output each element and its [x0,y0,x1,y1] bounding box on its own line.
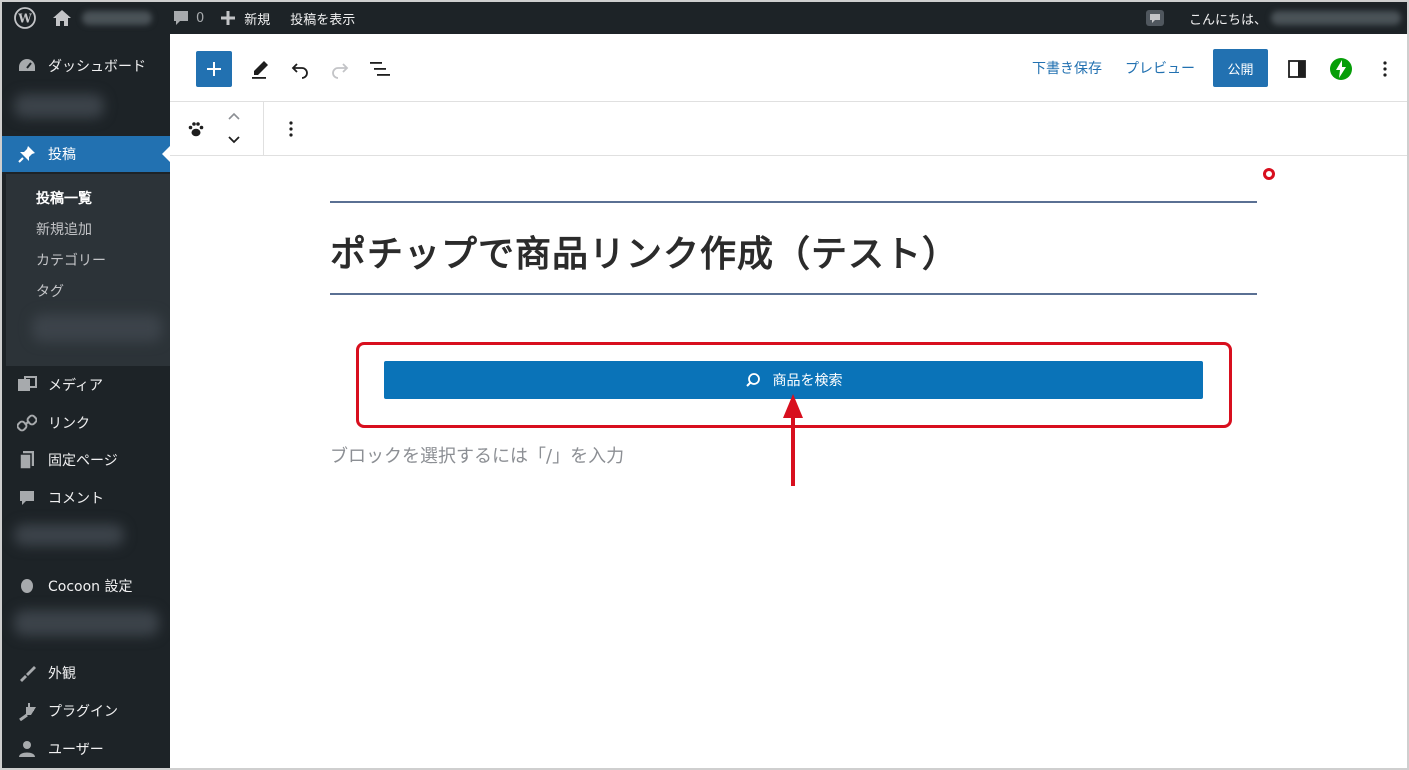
annotation-arrow [783,394,803,486]
view-post-link[interactable]: 投稿を表示 [282,2,363,34]
link-icon [16,413,38,433]
move-up-button[interactable] [219,104,249,128]
more-vertical-icon [1383,61,1387,77]
menu-users[interactable]: ユーザー [2,731,170,767]
dashboard-gauge-icon [16,56,38,76]
post-title[interactable]: ポチップで商品リンク作成（テスト） [330,225,959,277]
admin-bar: W 0 新規 投稿を表示 こんにちは、 [2,2,1407,34]
publish-label: 公開 [1227,62,1254,78]
document-overview-button[interactable] [362,51,398,87]
blurred-menu-item [14,94,104,118]
submenu-all-posts[interactable]: 投稿一覧 [36,188,92,208]
current-menu-arrow [162,146,170,162]
pages-icon [16,450,38,470]
pencil-icon [252,61,268,79]
post-title-block[interactable]: ポチップで商品リンク作成（テスト） [330,201,1257,295]
menu-dashboard[interactable]: ダッシュボード [2,48,170,84]
plugin-icon [16,701,38,721]
block-inserter-button[interactable] [196,51,232,87]
menu-posts-label: 投稿 [48,147,76,163]
move-down-button[interactable] [219,128,249,152]
cocoon-icon [16,576,38,596]
jetpack-bolt-icon [1330,58,1352,80]
site-name-blurred [82,11,152,25]
comments-count: 0 [196,10,205,26]
plus-icon [207,62,221,76]
settings-sidebar-toggle[interactable] [1279,51,1315,87]
menu-plugins-label: プラグイン [48,704,118,720]
blurred-menu-item [14,524,124,546]
chevron-down-icon [228,136,240,144]
paintbrush-icon [16,663,38,683]
media-icon [16,375,38,395]
menu-comments[interactable]: コメント [2,480,170,516]
comment-bubble-icon [174,11,188,25]
paw-icon [188,122,204,137]
block-options-button[interactable] [273,111,309,147]
menu-appearance[interactable]: 外観 [2,655,170,691]
block-toolbar [170,102,1407,156]
editor-canvas: ポチップで商品リンク作成（テスト） 商品を検索 ブロックを選択するには「/」を入… [170,156,1407,768]
menu-comments-label: コメント [48,491,104,507]
save-draft-button[interactable]: 下書き保存 [1032,58,1102,78]
more-vertical-icon [289,121,293,137]
list-view-icon [370,62,390,76]
new-content-link[interactable]: 新規 [212,2,278,34]
preview-button[interactable]: プレビュー [1125,58,1195,78]
block-appender-placeholder[interactable]: ブロックを選択するには「/」を入力 [330,442,624,468]
blurred-submenu-item [32,314,162,342]
menu-links-label: リンク [48,416,90,432]
menu-plugins[interactable]: プラグイン [2,693,170,729]
submenu-add-new[interactable]: 新規追加 [36,219,92,239]
sidebar-panel-icon [1288,60,1306,78]
screenshot-frame: W 0 新規 投稿を表示 こんにちは、 ダッシュボード 投稿 投稿一覧 新規追加… [0,0,1409,770]
toolbar-divider [263,102,264,156]
pushpin-icon [16,144,38,164]
menu-links[interactable]: リンク [2,405,170,441]
admin-sidebar: ダッシュボード 投稿 投稿一覧 新規追加 カテゴリー タグ メディア リンク 固… [2,34,184,768]
jetpack-button[interactable] [1323,51,1359,87]
comment-icon [16,488,38,508]
menu-users-label: ユーザー [48,742,104,758]
menu-pages-label: 固定ページ [48,453,118,469]
menu-cocoon-settings[interactable]: Cocoon 設定 [2,568,170,604]
menu-posts[interactable]: 投稿 [2,136,170,172]
menu-media-label: メディア [48,378,104,394]
redo-button[interactable] [322,51,358,87]
my-account-link[interactable]: こんにちは、 [1173,2,1407,34]
undo-icon [291,63,308,79]
user-icon [16,739,38,759]
menu-appearance-label: 外観 [48,666,76,682]
menu-dashboard-label: ダッシュボード [48,59,146,75]
annotation-dot [1263,168,1275,180]
view-post-label: 投稿を表示 [290,12,356,28]
plus-icon [221,11,236,25]
editor-header: 下書き保存 プレビュー 公開 [170,34,1407,102]
submenu-tags[interactable]: タグ [36,281,64,301]
chevron-up-icon [228,112,240,120]
publish-button[interactable]: 公開 [1213,49,1268,87]
notification-icon[interactable] [1137,2,1173,34]
greeting-text: こんにちは、 [1188,12,1267,28]
new-label: 新規 [244,12,271,28]
undo-button[interactable] [282,51,318,87]
redo-icon [332,63,349,79]
comments-link[interactable]: 0 [164,2,212,34]
posts-submenu: 投稿一覧 新規追加 カテゴリー タグ [6,174,184,366]
site-home-icon[interactable] [44,2,160,34]
blurred-menu-item [14,610,159,636]
menu-media[interactable]: メディア [2,367,170,403]
wordpress-logo-icon[interactable]: W [2,2,44,34]
block-type-button[interactable] [178,111,214,147]
submenu-categories[interactable]: カテゴリー [36,250,106,270]
menu-pages[interactable]: 固定ページ [2,442,170,478]
menu-cocoon-label: Cocoon 設定 [48,579,133,595]
username-blurred [1271,11,1401,25]
svg-text:W: W [17,12,32,26]
options-menu-button[interactable] [1367,51,1403,87]
edit-tool-button[interactable] [242,51,278,87]
